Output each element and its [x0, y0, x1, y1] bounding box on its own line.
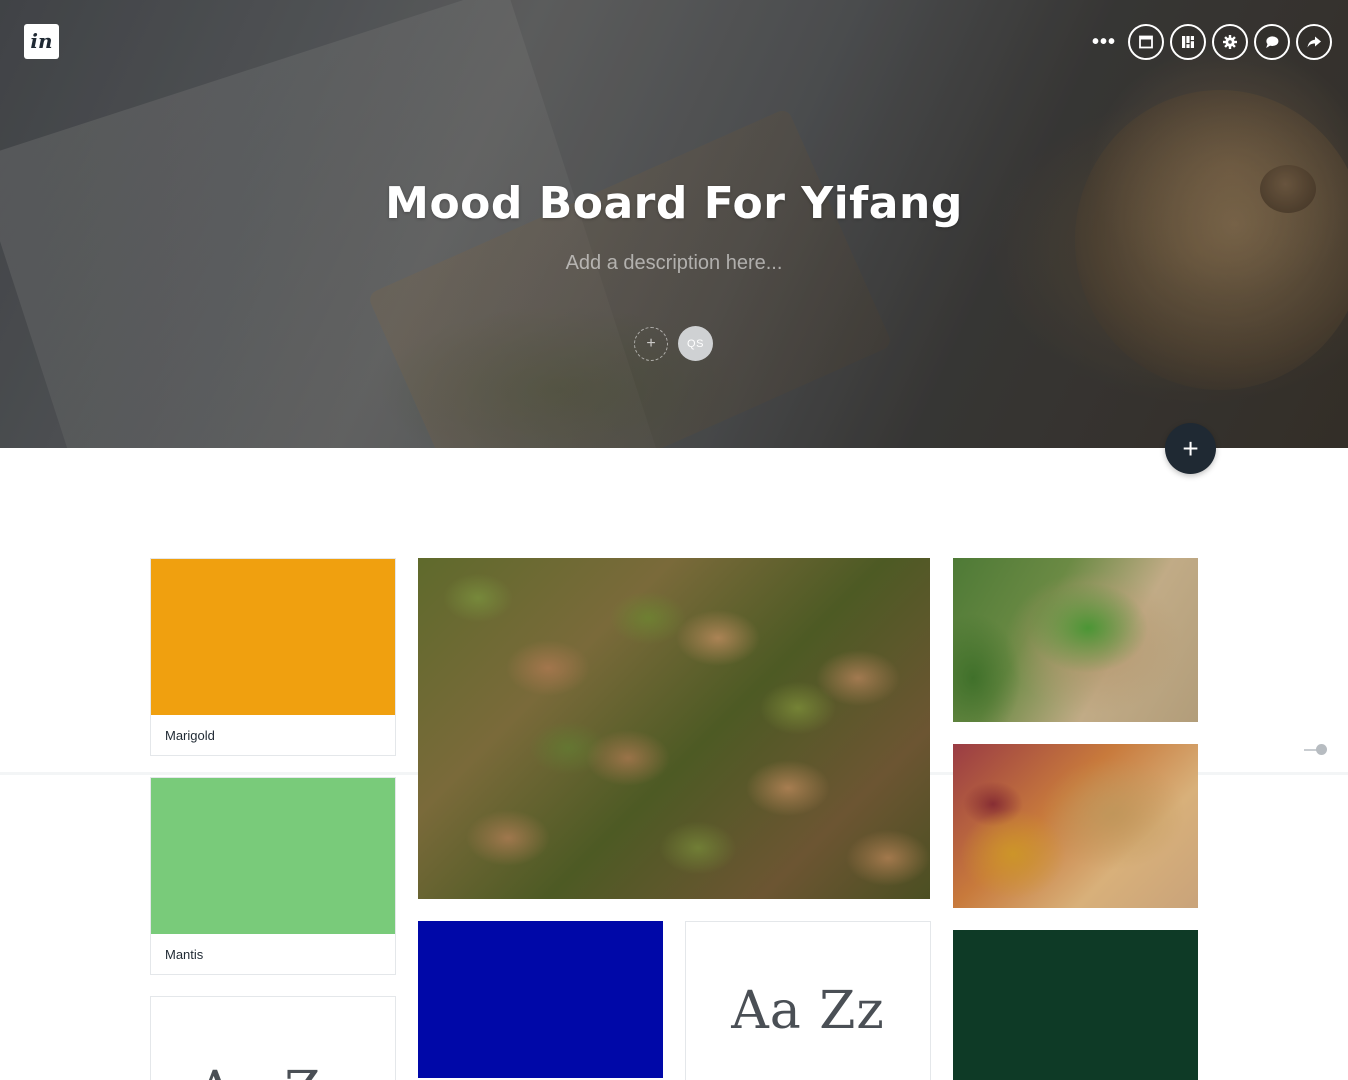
image-card-passion-fruit[interactable]	[953, 744, 1198, 908]
color-card-mantis[interactable]: Mantis	[150, 777, 396, 975]
color-card-dark-green[interactable]	[953, 930, 1198, 1080]
share-icon	[1307, 36, 1321, 48]
color-name: Marigold	[165, 727, 215, 743]
color-swatch-dark-green	[953, 930, 1198, 1080]
columns-button[interactable]	[1170, 24, 1206, 60]
add-collaborator-button[interactable]: +	[634, 326, 668, 361]
add-item-button[interactable]: +	[1165, 423, 1216, 474]
typography-card[interactable]: Aa Zz	[685, 921, 931, 1080]
type-sample: Aa Zz	[731, 981, 885, 1041]
color-swatch-blue	[418, 921, 663, 1078]
settings-button[interactable]	[1212, 24, 1248, 60]
more-icon: •••	[1091, 30, 1116, 53]
more-options-button[interactable]: •••	[1088, 24, 1120, 60]
board-header: in ••• Mood Board For Yifang Add a descr…	[0, 0, 1348, 448]
layout-icon	[1139, 35, 1153, 49]
plus-icon: +	[646, 334, 656, 352]
logo-text: in	[30, 28, 53, 53]
color-card-marigold[interactable]: Marigold	[150, 558, 396, 756]
avatar[interactable]: QS	[678, 326, 713, 361]
plus-icon: +	[1182, 432, 1199, 464]
columns-icon	[1182, 36, 1194, 48]
slider-thumb[interactable]	[1316, 744, 1327, 755]
board-title[interactable]: Mood Board For Yifang	[0, 178, 1348, 229]
collaborators: + QS	[634, 326, 713, 361]
color-name: Mantis	[165, 946, 204, 962]
scroll-slider[interactable]	[1300, 744, 1330, 756]
color-swatch-marigold	[151, 559, 395, 715]
comment-icon	[1266, 36, 1279, 48]
share-button[interactable]	[1296, 24, 1332, 60]
invision-logo[interactable]: in	[24, 24, 59, 59]
color-swatch-mantis	[151, 778, 395, 934]
board-description[interactable]: Add a description here...	[0, 252, 1348, 275]
comments-button[interactable]	[1254, 24, 1290, 60]
layout-button[interactable]	[1128, 24, 1164, 60]
image-card-tea-leaves[interactable]	[953, 558, 1198, 722]
color-card-blue[interactable]	[418, 921, 663, 1078]
typography-card[interactable]: Aa Zz	[150, 996, 396, 1080]
board-toolbar: •••	[1088, 24, 1332, 60]
settings-icon	[1223, 35, 1237, 49]
type-sample: Aa Zz	[196, 1061, 350, 1080]
image-card-pineapple[interactable]	[418, 558, 930, 899]
